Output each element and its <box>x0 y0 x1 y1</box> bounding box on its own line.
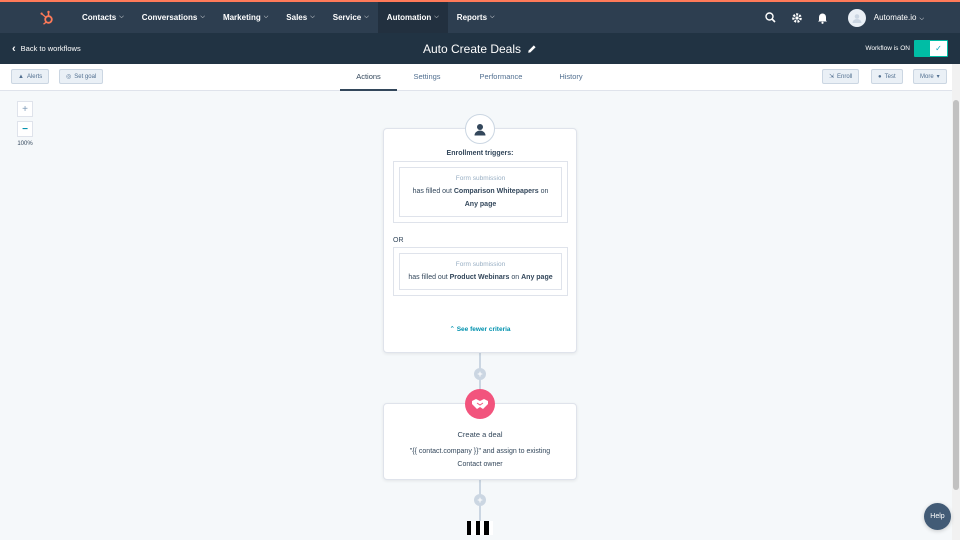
chevron-down-icon: ⌵ <box>200 14 205 20</box>
workflow-status-label: Workflow is ON <box>865 45 910 52</box>
zoom-out-button[interactable]: − <box>17 121 33 137</box>
nav-automation[interactable]: Automation ⌵ <box>377 2 448 33</box>
nav-contacts-label: Contacts <box>82 13 117 22</box>
criterion-prefix: has filled out <box>408 274 448 281</box>
alerts-button[interactable]: ▲ Alerts <box>11 69 50 84</box>
enroll-button[interactable]: ⇲ Enroll <box>822 69 860 84</box>
add-action-button[interactable]: + <box>474 494 486 506</box>
action-title: Create a deal <box>457 430 503 439</box>
chevron-left-icon: ‹ <box>12 42 16 55</box>
more-label: More <box>920 73 934 80</box>
nav-sales[interactable]: Sales ⌵ <box>277 2 323 33</box>
workflow-tabs: Actions Settings Performance History <box>0 64 952 91</box>
nav-sales-label: Sales <box>286 13 308 22</box>
alerts-label: Alerts <box>26 73 43 80</box>
chevron-up-icon: ⌃ <box>449 326 455 333</box>
criterion-on: on <box>540 188 549 195</box>
warning-icon: ▲ <box>18 73 24 80</box>
handshake-icon <box>465 389 495 419</box>
enrollment-trigger-card[interactable]: Enrollment triggers: Form submission has… <box>383 128 577 353</box>
help-button[interactable]: Help <box>924 503 951 530</box>
chevron-down-icon: ⌵ <box>490 14 495 20</box>
trigger-heading: Enrollment triggers: <box>446 150 514 157</box>
add-action-button[interactable]: + <box>474 368 486 380</box>
trigger-criteria-group[interactable]: Form submission has filled out Product W… <box>393 247 568 296</box>
criterion-type: Form submission <box>455 175 506 182</box>
criterion-form-name: Comparison Whitepapers <box>453 188 539 195</box>
hubspot-sprocket-icon[interactable] <box>35 6 59 30</box>
see-fewer-criteria-link[interactable]: ⌃ See fewer criteria <box>384 325 576 333</box>
account-name: Automate.io <box>873 12 917 22</box>
criterion-prefix: has filled out <box>412 188 452 195</box>
nav-service[interactable]: Service ⌵ <box>324 2 378 33</box>
chevron-down-icon: ⌵ <box>310 14 315 20</box>
back-label: Back to workflows <box>20 44 81 53</box>
nav-marketing-label: Marketing <box>222 13 261 22</box>
nav-reports-label: Reports <box>456 13 488 22</box>
target-icon: ◎ <box>66 74 72 80</box>
criterion-on: on <box>511 274 520 281</box>
criterion-type: Form submission <box>455 261 506 268</box>
workflow-end-flag-icon <box>467 521 493 535</box>
test-button[interactable]: ● Test <box>871 69 903 84</box>
nav-service-label: Service <box>332 13 362 22</box>
tab-history[interactable]: History <box>542 64 600 91</box>
test-label: Test <box>884 73 896 80</box>
zoom-level: 100% <box>17 141 33 147</box>
criterion-page: Any page <box>521 274 553 281</box>
zoom-in-button[interactable]: + <box>17 101 33 117</box>
contact-trigger-icon <box>465 114 495 144</box>
enroll-label: Enroll <box>837 73 853 80</box>
see-fewer-label: See fewer criteria <box>456 326 511 333</box>
vertical-scrollbar[interactable] <box>952 64 960 540</box>
criterion-form-name: Product Webinars <box>449 274 510 281</box>
pencil-icon[interactable] <box>527 44 537 54</box>
trigger-criterion[interactable]: Form submission has filled out Compariso… <box>399 167 562 217</box>
more-dropdown[interactable]: More ▾ <box>913 69 947 84</box>
action-description: "{{ contact.company }}" and assign to ex… <box>394 445 566 471</box>
chevron-down-icon: ⌵ <box>364 14 369 20</box>
chevron-down-icon: ⌵ <box>263 14 269 20</box>
account-menu[interactable]: Automate.io ⌵ <box>874 13 924 23</box>
nav-contacts[interactable]: Contacts ⌵ <box>73 2 133 33</box>
back-to-workflows-link[interactable]: ‹ Back to workflows <box>12 43 81 55</box>
checkmark-icon: ✓ <box>930 41 947 56</box>
or-separator: OR <box>393 237 404 244</box>
nav-conversations-label: Conversations <box>141 13 198 22</box>
nav-marketing[interactable]: Marketing ⌵ <box>214 2 277 33</box>
search-icon[interactable] <box>758 2 784 33</box>
workflow-title-bar: ‹ Back to workflows Auto Create Deals Wo… <box>0 33 960 64</box>
nav-automation-label: Automation <box>386 13 432 22</box>
action-description-line1: "{{ contact.company }}" and assign to ex… <box>409 448 551 455</box>
trigger-criteria-group[interactable]: Form submission has filled out Compariso… <box>393 161 568 223</box>
set-goal-label: Set goal <box>74 73 97 80</box>
nav-reports[interactable]: Reports ⌵ <box>448 2 504 33</box>
person-icon: ● <box>878 73 882 80</box>
gear-icon[interactable] <box>784 2 810 33</box>
avatar[interactable] <box>847 8 866 27</box>
workflow-on-toggle[interactable]: ✓ <box>914 40 948 57</box>
zoom-controls: + − <box>17 101 33 137</box>
criterion-text: has filled out Comparison Whitepapers on… <box>404 185 557 211</box>
tab-actions[interactable]: Actions <box>340 64 397 91</box>
action-description-line2: Contact owner <box>457 461 503 468</box>
tab-settings[interactable]: Settings <box>398 64 456 91</box>
nav-conversations[interactable]: Conversations ⌵ <box>133 2 214 33</box>
caret-down-icon: ▾ <box>936 74 940 80</box>
workflow-title[interactable]: Auto Create Deals <box>423 42 521 56</box>
trigger-criterion[interactable]: Form submission has filled out Product W… <box>399 253 562 290</box>
criterion-page: Any page <box>464 201 497 208</box>
chevron-down-icon: ⌵ <box>119 14 124 20</box>
enroll-icon: ⇲ <box>829 74 835 80</box>
scrollbar-thumb[interactable] <box>953 100 959 490</box>
set-goal-button[interactable]: ◎ Set goal <box>59 69 104 84</box>
chevron-down-icon: ⌵ <box>919 15 924 22</box>
top-navigation: Contacts ⌵ Conversations ⌵ Marketing ⌵ Sale… <box>0 0 960 33</box>
workflow-toolbar: ▲ Alerts ◎ Set goal Actions Settings Perfo… <box>0 64 952 91</box>
criterion-text: has filled out Product Webinars on Any p… <box>404 271 557 284</box>
tab-performance[interactable]: Performance <box>466 64 536 91</box>
chevron-down-icon: ⌵ <box>434 14 439 20</box>
bell-icon[interactable] <box>810 2 836 33</box>
